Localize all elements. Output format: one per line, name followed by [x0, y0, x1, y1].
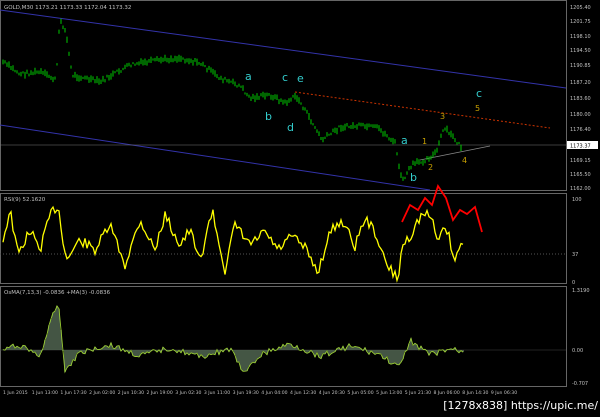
wave-label-e-1: e	[297, 72, 304, 85]
wave-label-b-2: b	[410, 171, 417, 184]
time-tick: 4 Jun 04:00	[261, 390, 287, 396]
wave-label-1: 1	[422, 137, 427, 146]
price-tick: 1187.20	[570, 80, 591, 86]
time-tick: 1 Jun 13:00	[32, 390, 58, 396]
rsi-line	[2, 205, 464, 283]
wave-label-2: 2	[428, 163, 433, 172]
time-axis: 1 Jun 2015 1 Jun 13:00 1 Jun 17:30 2 Jun 02…	[3, 390, 517, 396]
price-tick: 1190.85	[570, 63, 591, 69]
time-tick: 4 Jun 20:30	[319, 390, 345, 396]
chart-canvas[interactable]: GOLD,M30 1173.21 1173.33 1172.04 1173.32…	[0, 0, 600, 413]
osma-axis: 1.3190 0.00 -0.707	[572, 288, 590, 387]
osma-tick: 0.00	[572, 348, 583, 354]
time-tick: 1 Jun 2015	[3, 390, 28, 396]
time-tick: 2 Jun 19:00	[147, 390, 173, 396]
rsi-tick: 100	[572, 197, 582, 203]
watermark: [1278x838] https://upic.me/	[443, 399, 598, 412]
wave-label-d-1: d	[287, 121, 294, 134]
time-tick: 1 Jun 17:30	[60, 390, 86, 396]
rsi-title: RSI(9) 52.1620	[4, 197, 46, 203]
time-tick: 5 Jun 13:00	[376, 390, 402, 396]
wave-label-a-1: a	[245, 70, 252, 83]
rsi-tick: 0	[572, 280, 575, 286]
trading-chart-window: GOLD,M30 1173.21 1173.33 1172.04 1173.32…	[0, 0, 600, 413]
wave-label-b-1: b	[265, 110, 272, 123]
time-tick: 3 Jun 19:30	[233, 390, 259, 396]
lower-channel-line[interactable]	[0, 124, 431, 191]
wave-label-5: 5	[475, 104, 480, 113]
osma-tick: 1.3190	[572, 288, 590, 294]
wave-label-3: 3	[440, 112, 445, 121]
main-chart-title: GOLD,M30 1173.21 1173.33 1172.04 1173.32	[4, 5, 131, 11]
rsi-forecast-line	[401, 183, 483, 233]
current-price-label: 1173.37	[570, 144, 591, 150]
wave-label-c-2: c	[476, 87, 482, 100]
price-tick: 1180.00	[570, 112, 591, 118]
price-axis: 1205.40 1201.75 1198.10 1194.50 1190.85 …	[570, 5, 591, 192]
wave-label-c-1: c	[282, 71, 288, 84]
price-bars	[2, 18, 462, 181]
time-tick: 2 Jun 02:00	[89, 390, 115, 396]
price-tick: 1165.50	[570, 172, 591, 178]
time-tick: 8 Jun 06:00	[434, 390, 460, 396]
time-tick: 5 Jun 05:00	[347, 390, 373, 396]
wave-label-4: 4	[462, 156, 467, 165]
time-tick: 8 Jun 14:30	[462, 390, 488, 396]
dotted-trend-line[interactable]	[294, 91, 551, 129]
price-tick: 1205.40	[570, 5, 591, 11]
rsi-tick: 37	[572, 252, 578, 258]
price-tick: 1162.00	[570, 186, 591, 192]
wave-label-a-2: a	[401, 134, 408, 147]
osma-tick: -0.707	[572, 381, 588, 387]
osma-signal-line	[2, 305, 464, 374]
time-tick: 2 Jun 10:30	[118, 390, 144, 396]
time-tick: 9 Jun 06:30	[491, 390, 517, 396]
price-tick: 1176.40	[570, 127, 591, 133]
time-tick: 5 Jun 21:30	[405, 390, 431, 396]
time-tick: 3 Jun 11:00	[204, 390, 230, 396]
price-tick: 1169.15	[570, 158, 591, 164]
time-tick: 4 Jun 12:30	[290, 390, 316, 396]
price-tick: 1201.75	[570, 19, 591, 25]
osma-panel[interactable]	[0, 286, 567, 387]
osma-title: OsMA(7,13,3) -0.0836 +MA(3) -0.0836	[4, 290, 111, 296]
time-tick: 3 Jun 02:30	[175, 390, 201, 396]
price-tick: 1194.50	[570, 48, 591, 54]
price-tick: 1198.10	[570, 34, 591, 40]
price-tick: 1183.60	[570, 96, 591, 102]
rsi-axis: 100 37 0	[572, 197, 582, 286]
